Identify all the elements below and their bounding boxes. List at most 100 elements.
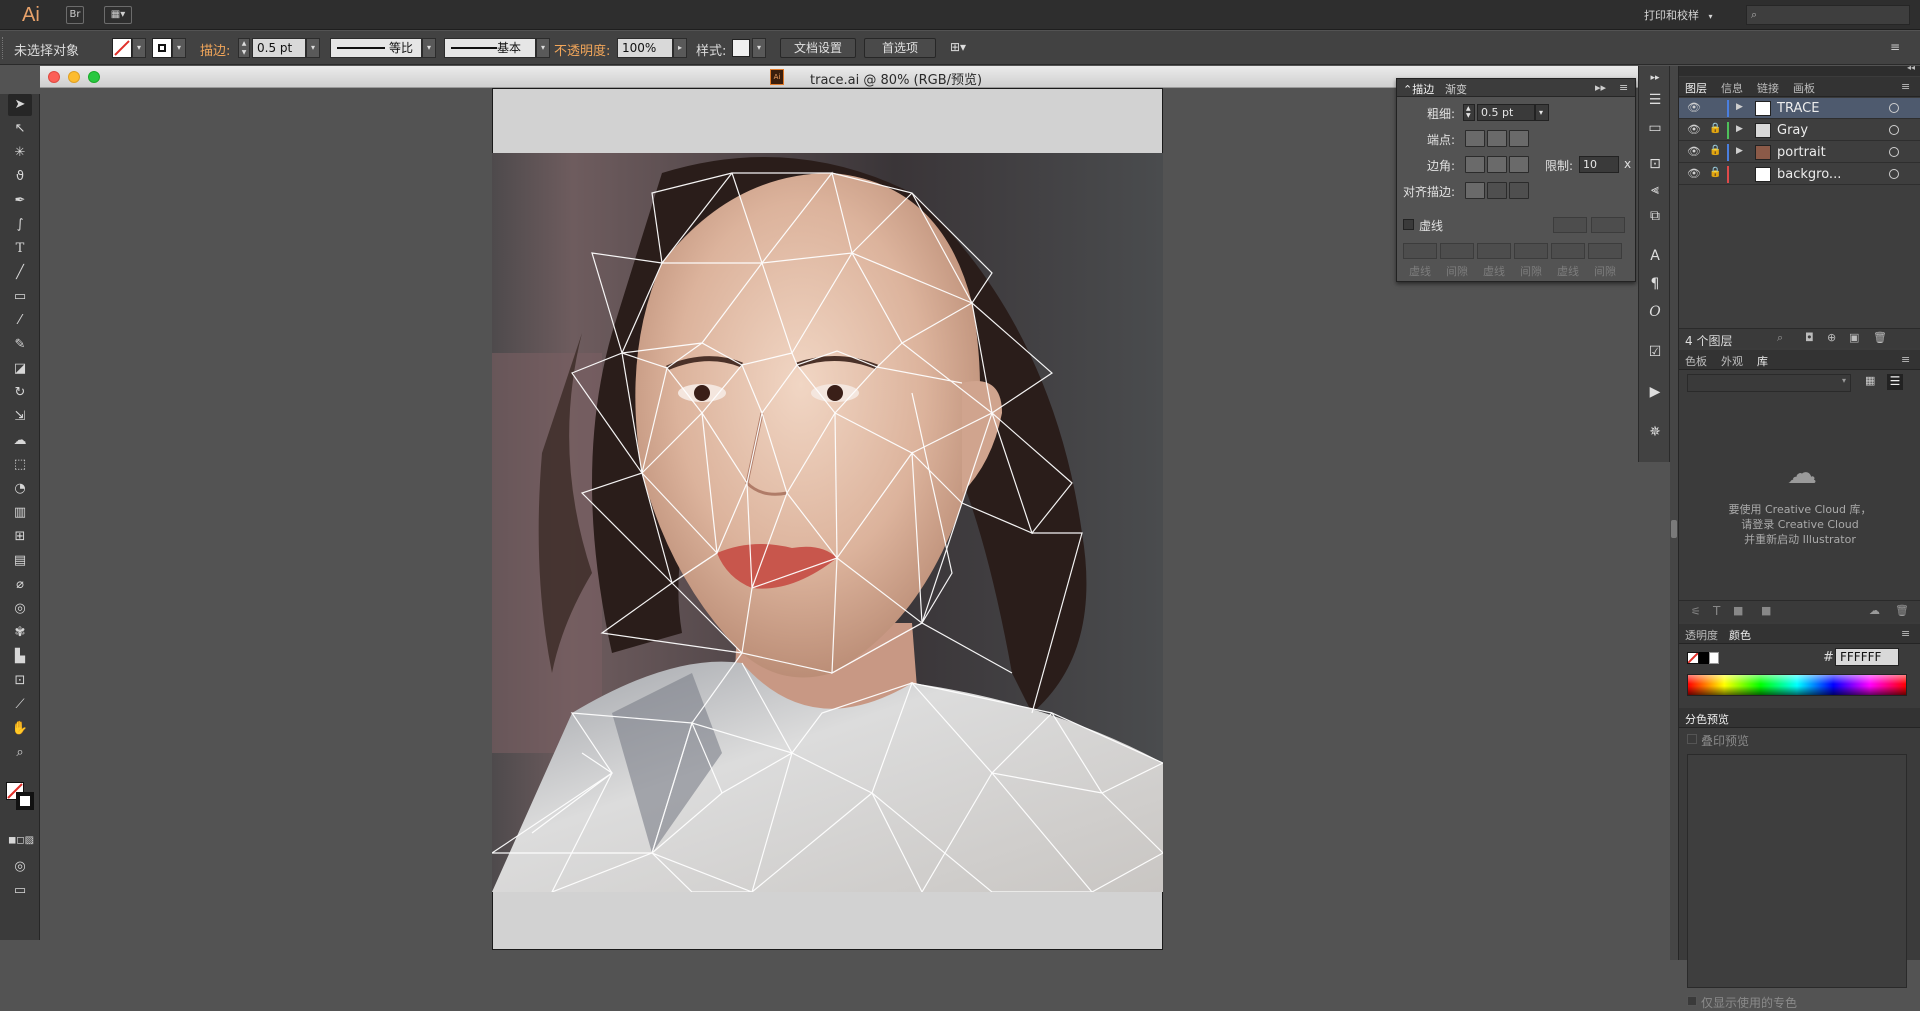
projecting-cap-button[interactable] — [1509, 130, 1529, 147]
tab-appearance[interactable]: 外观 — [1721, 353, 1743, 369]
graphic-style-dropdown[interactable]: ▾ — [752, 38, 766, 58]
cc-sync-icon[interactable]: ☁ — [1869, 604, 1880, 617]
direct-selection-tool-icon[interactable]: ↖ — [8, 118, 32, 140]
tab-artboards[interactable]: 画板 — [1793, 80, 1815, 96]
help-search-input[interactable]: ⌕ — [1746, 5, 1910, 25]
opacity-input[interactable]: 100% — [617, 38, 673, 58]
tab-transparency[interactable]: 透明度 — [1685, 627, 1718, 643]
layer-target-icon[interactable] — [1889, 147, 1899, 157]
vertical-scrollbar-thumb[interactable] — [1671, 520, 1677, 538]
round-join-button[interactable] — [1487, 156, 1507, 173]
dash-3-input[interactable] — [1551, 243, 1585, 259]
miter-join-button[interactable] — [1465, 156, 1485, 173]
layer-row-gray[interactable]: 👁 🔒 ▶ Gray — [1679, 120, 1920, 141]
add-fill-icon[interactable]: ■ — [1733, 604, 1743, 617]
tab-stroke[interactable]: ⌃描边 — [1403, 81, 1434, 97]
tab-layers[interactable]: 图层 — [1685, 80, 1707, 96]
align-center-button[interactable] — [1465, 182, 1485, 199]
none-color-icon[interactable] — [1687, 652, 1699, 664]
fill-stroke-control[interactable] — [6, 782, 34, 810]
make-clipping-mask-icon[interactable]: ◘ — [1805, 331, 1814, 344]
libraries-menu-icon[interactable]: ≡ — [1901, 353, 1910, 366]
tab-separations-preview[interactable]: 分色预览 — [1685, 711, 1729, 727]
asset-export-panel-icon[interactable]: ☑ — [1645, 342, 1665, 362]
layer-target-icon[interactable] — [1889, 103, 1899, 113]
stroke-weight-input[interactable]: 0.5 pt — [252, 38, 306, 58]
dash-preserve-button[interactable] — [1591, 217, 1625, 233]
rotate-tool-icon[interactable]: ↻ — [8, 382, 32, 404]
locate-object-icon[interactable]: ⌕ — [1777, 331, 1783, 345]
brush-dropdown[interactable]: ▾ — [536, 38, 550, 58]
library-dropdown[interactable]: ▾ — [1687, 374, 1851, 392]
workspace-switcher[interactable]: 打印和校样 ▾ — [1644, 7, 1713, 23]
pencil-tool-icon[interactable]: ✎ — [8, 334, 32, 356]
close-window-button[interactable] — [48, 71, 60, 83]
panel-collapse-icon[interactable]: ▸▸ — [1595, 81, 1606, 94]
shape-builder-tool-icon[interactable]: ◔ — [8, 478, 32, 500]
line-segment-tool-icon[interactable]: ╱ — [8, 262, 32, 284]
visibility-eye-icon[interactable]: 👁 — [1687, 167, 1701, 180]
layer-target-icon[interactable] — [1889, 125, 1899, 135]
perspective-grid-tool-icon[interactable]: ▥ — [8, 502, 32, 524]
dashed-line-checkbox[interactable] — [1403, 219, 1414, 230]
weight-stepper[interactable]: ▲ ▼ — [1463, 104, 1475, 121]
variable-width-profile[interactable]: 等比 — [330, 38, 422, 58]
visibility-eye-icon[interactable]: 👁 — [1687, 123, 1701, 136]
new-sublayer-icon[interactable]: ⊕ — [1827, 331, 1836, 344]
color-spectrum[interactable] — [1687, 674, 1907, 696]
opentype-panel-icon[interactable]: O — [1645, 302, 1665, 322]
black-color-icon[interactable] — [1699, 652, 1709, 664]
align-panel-icon[interactable]: ⫷ — [1645, 180, 1665, 200]
list-view-icon[interactable]: ☰ — [1887, 374, 1903, 390]
layer-row-trace[interactable]: 👁 ▶ TRACE — [1679, 98, 1920, 119]
dock-header[interactable]: ◂◂ — [1679, 63, 1920, 76]
slice-tool-icon[interactable]: ⟋ — [8, 694, 32, 716]
align-inside-button[interactable] — [1487, 182, 1507, 199]
control-bar-menu-icon[interactable]: ≡ — [1890, 40, 1900, 54]
layers-menu-icon[interactable]: ≡ — [1901, 80, 1910, 93]
opacity-label[interactable]: 不透明度: — [554, 40, 610, 59]
hex-value-input[interactable]: FFFFFF — [1835, 648, 1899, 666]
dash-align-corners-button[interactable] — [1553, 217, 1587, 233]
stroke-weight-label[interactable]: 描边: — [200, 40, 230, 59]
curvature-tool-icon[interactable]: ∫ — [8, 214, 32, 236]
layer-target-icon[interactable] — [1889, 169, 1899, 179]
add-graphic-icon[interactable]: ⚟ — [1691, 605, 1701, 618]
zoom-window-button[interactable] — [88, 71, 100, 83]
layer-row-portrait[interactable]: 👁 🔒 ▶ portrait — [1679, 142, 1920, 163]
tab-info[interactable]: 信息 — [1721, 80, 1743, 96]
layer-row-background[interactable]: 👁 🔒 backgro... — [1679, 164, 1920, 185]
overprint-preview-checkbox[interactable] — [1687, 734, 1697, 744]
tab-swatches[interactable]: 色板 — [1685, 353, 1707, 369]
bevel-join-button[interactable] — [1509, 156, 1529, 173]
expand-arrow-icon[interactable]: ▶ — [1736, 146, 1743, 156]
paragraph-panel-icon[interactable]: ¶ — [1645, 274, 1665, 294]
portrait-artwork[interactable] — [492, 153, 1163, 892]
mesh-tool-icon[interactable]: ⊞ — [8, 526, 32, 548]
gap-1-input[interactable] — [1440, 243, 1474, 259]
tab-links[interactable]: 链接 — [1757, 80, 1779, 96]
rectangle-tool-icon[interactable]: ▭ — [8, 286, 32, 308]
round-cap-button[interactable] — [1487, 130, 1507, 147]
screen-mode-icon[interactable]: ▭ — [8, 880, 32, 902]
lasso-tool-icon[interactable]: ϑ — [8, 166, 32, 188]
color-mode-icons[interactable]: ◼◻▨ — [8, 830, 34, 852]
dash-2-input[interactable] — [1477, 243, 1511, 259]
preferences-button[interactable]: 首选项 — [864, 38, 936, 58]
panel-menu-icon[interactable]: ≡ — [1619, 81, 1628, 94]
dash-1-input[interactable] — [1403, 243, 1437, 259]
dock-collapse-icon[interactable]: ◂◂ — [1907, 63, 1915, 72]
brush-definition[interactable]: 基本 — [444, 38, 536, 58]
grid-view-icon[interactable]: ▦ — [1865, 374, 1881, 390]
paintbrush-tool-icon[interactable]: ⁄ — [8, 310, 32, 332]
delete-layer-icon[interactable]: 🗑 — [1873, 331, 1887, 344]
type-tool-icon[interactable]: T — [8, 238, 32, 260]
actions-panel-icon[interactable]: ▶ — [1645, 382, 1665, 402]
document-setup-button[interactable]: 文档设置 — [780, 38, 856, 58]
gap-3-input[interactable] — [1588, 243, 1622, 259]
transform-panel-icon[interactable]: ⊡ — [1645, 154, 1665, 174]
stroke-weight-stepper[interactable]: ▲ ▼ — [238, 38, 250, 58]
lock-icon[interactable]: 🔒 — [1709, 167, 1721, 178]
lock-icon[interactable]: 🔒 — [1709, 145, 1721, 156]
expand-arrow-icon[interactable]: ▶ — [1736, 102, 1743, 112]
